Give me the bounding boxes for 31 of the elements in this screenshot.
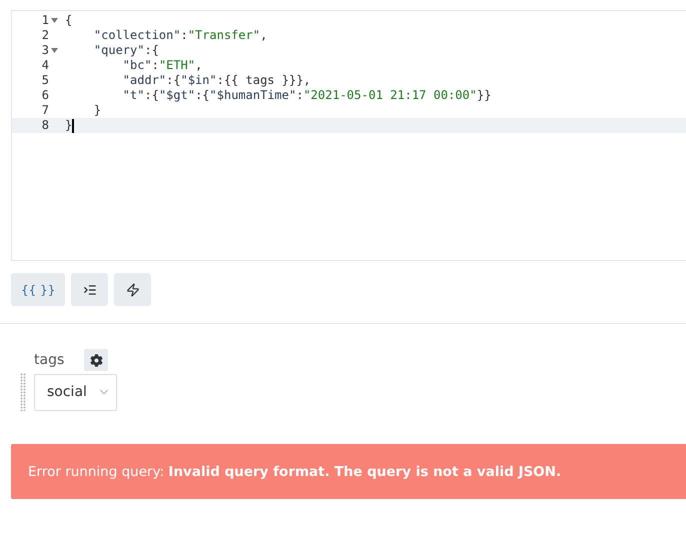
text-cursor	[72, 118, 74, 132]
settings-button[interactable]	[84, 349, 108, 371]
code-text: "bc":"ETH",	[122, 58, 202, 73]
line-number: 5	[42, 73, 49, 88]
error-message: Error running query: Invalid query format. The query is not a valid JSON.	[28, 464, 562, 480]
code-text: "addr":{"$in":{{ tags }}},	[122, 73, 311, 88]
run-button[interactable]	[114, 273, 152, 306]
line-number: 7	[42, 103, 49, 118]
code-text: {	[64, 13, 72, 28]
line-number: 6	[42, 88, 49, 103]
lightning-icon	[126, 282, 140, 296]
code-text: "t":{"$gt":{"$humanTime":"2021-05-01 21:17 00:00"}}	[122, 88, 492, 103]
template-button[interactable]: {{ }}	[11, 273, 66, 306]
code-text: }	[64, 118, 72, 133]
line-number: 2	[42, 28, 49, 43]
indent-icon	[82, 282, 97, 296]
line-number: 3	[42, 43, 49, 58]
settings-icon	[90, 354, 103, 366]
line-number: 1	[42, 13, 49, 28]
indent-button[interactable]	[71, 273, 108, 306]
code-text: "query":{	[92, 43, 159, 58]
fold-arrow-icon[interactable]	[51, 18, 58, 23]
fold-arrow-icon[interactable]	[51, 48, 58, 53]
code-editor[interactable]: 1 { 2 "collection":"Transfer", 3 "query":{ 4 "bc":"ETH", 5 "addr":{"$in":{{ tags }}}, 6 "t":{"$gt":{"$humanTime":"2021-05-01 21:17 00:00"}} 7 } 8 }	[11, 10, 686, 261]
line-number: 8	[42, 118, 49, 133]
code-text: "collection":"Transfer",	[92, 28, 268, 43]
code-text: }	[92, 103, 102, 118]
parameter-label: tags	[34, 352, 64, 368]
drag-handle[interactable]	[20, 373, 26, 411]
parameter-dropdown[interactable]: social	[34, 374, 117, 410]
line-number: 4	[42, 58, 49, 73]
